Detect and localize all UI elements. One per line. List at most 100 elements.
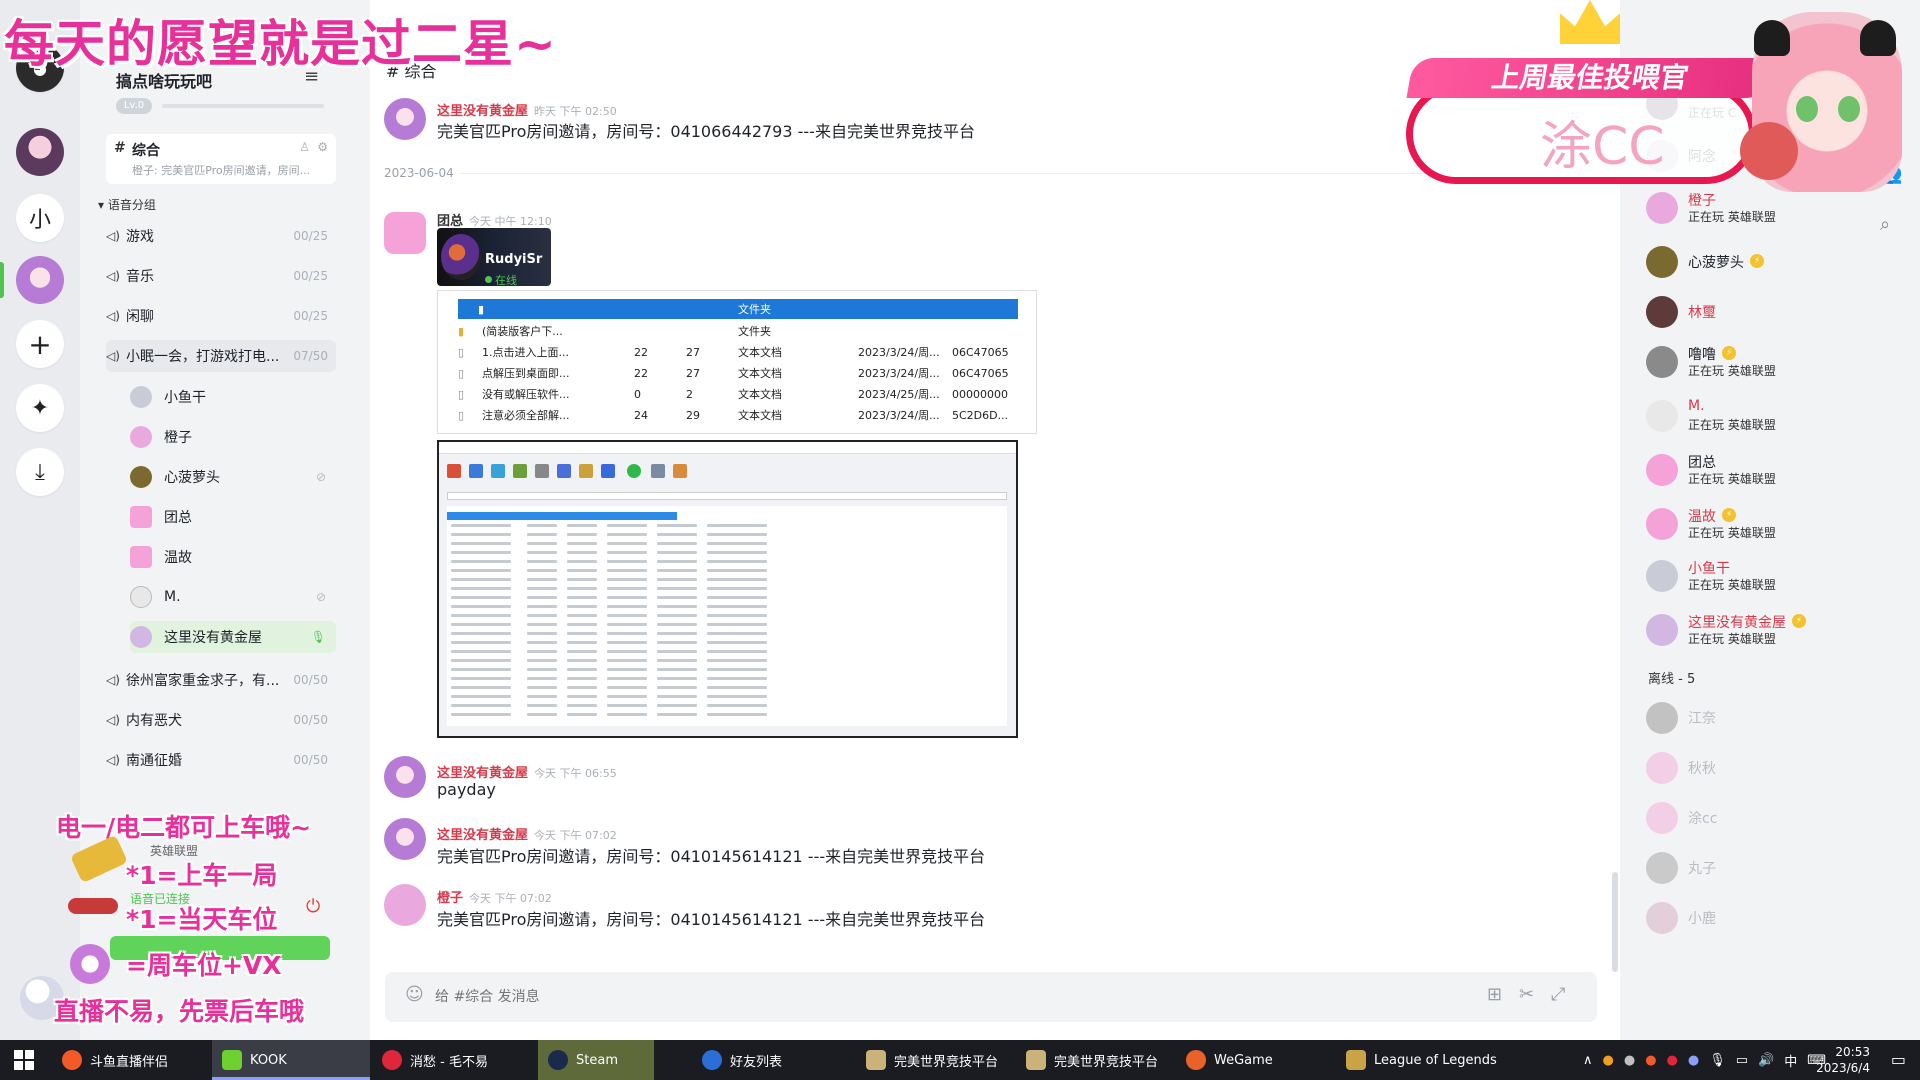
voice-channel[interactable]: ◁) 闲聊 00/25 (106, 300, 336, 332)
notification-icon[interactable]: ▭ (1891, 1050, 1906, 1069)
tray-app-icon[interactable]: ● (1688, 1053, 1699, 1068)
tray-app-icon[interactable]: ● (1645, 1053, 1656, 1068)
voice-user-self[interactable]: 这里没有黄金屋 🎙 (130, 621, 336, 653)
voice-channel[interactable]: ◁) 音乐 00/25 (106, 260, 336, 292)
download-icon[interactable]: ⤓ (16, 448, 64, 496)
server-small[interactable]: 小 (16, 194, 64, 242)
avatar[interactable] (384, 884, 426, 926)
voice-channel[interactable]: ◁) 内有恶犬 00/50 (106, 704, 336, 736)
volume-icon[interactable]: 🔊 (1758, 1053, 1774, 1068)
voice-user[interactable]: 团总 (130, 501, 336, 533)
server-avatar-1[interactable] (16, 128, 64, 176)
member-item[interactable]: 团总 正在玩 英雄联盟 (1646, 450, 1886, 490)
message-author[interactable]: 这里没有黄金屋 今天 下午 07:02 (437, 824, 617, 843)
archive-row-line (527, 704, 557, 707)
member-item[interactable]: 这里没有黄金屋 ⚡ 正在玩 英雄联盟 (1646, 610, 1886, 650)
cell-type: 文本文档 (738, 346, 782, 359)
file-list-screenshot[interactable]: ▮ 文件夹 ▮ (简装版客户下... 文件夹 ▯ 1.点击进入上面... 22 27 文本文档… (437, 290, 1037, 434)
voice-channel[interactable]: ◁) 南通征婚 00/50 (106, 744, 336, 776)
voice-user[interactable]: M. ⊘ (130, 581, 336, 613)
voice-channel-name: 南通征婚 (126, 753, 182, 769)
message-input[interactable] (435, 985, 1335, 1009)
taskbar-label: 消愁 - 毛不易 (410, 1054, 488, 1070)
profile-card-image[interactable]: RudyiSr 在线 (437, 228, 551, 287)
tray-app-icon[interactable]: ● (1667, 1053, 1678, 1068)
archive-row-line (451, 704, 511, 707)
member-item[interactable]: 橙子 正在玩 英雄联盟 (1646, 188, 1886, 228)
disconnect-icon[interactable]: ⏻ (306, 896, 320, 917)
taskbar-item-perfect-world[interactable]: 完美世界竞技平台 (856, 1040, 1016, 1080)
member-item[interactable]: 林璽 (1646, 292, 1886, 332)
tray-app-icon[interactable]: ● (1603, 1053, 1614, 1068)
member-item-offline[interactable]: 小鹿 (1646, 898, 1886, 938)
windows-start-icon[interactable] (14, 1050, 34, 1070)
archive-row-line (657, 686, 697, 689)
taskbar-item-wegame[interactable]: WeGame (1176, 1040, 1336, 1080)
tool-icon (601, 464, 615, 478)
voice-channel[interactable]: ◁) 游戏 00/25 (106, 220, 336, 252)
archive-row-line (567, 623, 597, 626)
taskbar-item-douyu[interactable]: 斗鱼直播伴侣 (52, 1040, 212, 1080)
avatar[interactable] (384, 756, 426, 798)
avatar[interactable] (384, 818, 426, 860)
member-item[interactable]: 噜噜 ⚡ 正在玩 英雄联盟 (1646, 342, 1886, 382)
member-item[interactable]: M. 正在玩 英雄联盟 (1646, 396, 1886, 436)
chevron-down-icon: ▾ (98, 198, 108, 212)
avatar[interactable] (384, 98, 426, 140)
avatar[interactable] (384, 212, 426, 254)
chat-scrollbar[interactable] (1612, 872, 1618, 972)
archive-row-line (527, 686, 557, 689)
ime-indicator[interactable]: 中 (1784, 1051, 1797, 1070)
network-icon[interactable]: ▭ (1736, 1053, 1748, 1068)
text-channel-general[interactable]: # 综合 ♙ ⚙ 橙子: 完美官匹Pro房间邀请，房间... (106, 134, 336, 184)
settings-icon[interactable]: ⚙ (317, 140, 328, 154)
message-author[interactable]: 这里没有黄金屋 今天 下午 06:55 (437, 762, 617, 781)
voice-user[interactable]: 温故 (130, 541, 336, 573)
expand-icon[interactable]: ⤢ (1551, 984, 1565, 1005)
message-author[interactable]: 这里没有黄金屋 昨天 下午 02:50 (437, 100, 617, 119)
message-author[interactable]: 团总 今天 中午 12:10 (437, 210, 552, 229)
tray-app-icon[interactable]: ● (1624, 1053, 1635, 1068)
selected-row (447, 512, 677, 520)
archive-row-line (657, 569, 697, 572)
taskbar-item-friends[interactable]: 好友列表 (692, 1040, 852, 1080)
discover-icon[interactable]: ✦ (16, 384, 64, 432)
taskbar-item-music[interactable]: 消愁 - 毛不易 (372, 1040, 536, 1080)
member-item[interactable]: 心菠萝头 ⚡ (1646, 242, 1886, 282)
member-item-offline[interactable]: 江奈 (1646, 698, 1886, 738)
voice-group-title[interactable]: ▾ 语音分组 (98, 196, 156, 213)
member-item[interactable]: 小鱼干 正在玩 英雄联盟 (1646, 556, 1886, 596)
message-author[interactable]: 橙子 今天 下午 07:02 (437, 887, 552, 906)
chevron-up-icon[interactable]: ∧ (1583, 1053, 1593, 1068)
member-item-offline[interactable]: 涂cc (1646, 798, 1886, 838)
emoji-icon[interactable]: ☺ (405, 984, 424, 1005)
steam-friends-icon (702, 1050, 722, 1070)
member-item-offline[interactable]: 丸子 (1646, 848, 1886, 888)
server-avatar-active[interactable] (16, 256, 64, 304)
microphone-icon[interactable]: 🎙 (1709, 1053, 1726, 1068)
member-name: 这里没有黄金屋 (1688, 615, 1786, 631)
voice-user[interactable]: 小鱼干 (130, 381, 336, 413)
add-server-icon[interactable]: + (16, 320, 64, 368)
taskbar-item-lol[interactable]: League of Legends (1336, 1040, 1516, 1080)
voice-channel[interactable]: ◁) 徐州富家重金求子，有... 00/50 (106, 664, 336, 696)
archive-row-line (451, 587, 511, 590)
taskbar-label: Steam (576, 1052, 618, 1068)
member-status: 正在玩 英雄联盟 (1688, 578, 1776, 592)
taskbar-item-perfect-world[interactable]: 完美世界竞技平台 (1016, 1040, 1176, 1080)
taskbar-item-kook[interactable]: KOOK (212, 1040, 370, 1080)
member-item[interactable]: 温故 ⚡ 正在玩 英雄联盟 (1646, 504, 1886, 544)
member-item-offline[interactable]: 秋秋 (1646, 748, 1886, 788)
add-member-icon[interactable]: ♙ (299, 140, 310, 154)
window-titlebar (439, 442, 1016, 454)
voice-user[interactable]: 心菠萝头 ⊘ (130, 461, 336, 493)
taskbar-item-steam[interactable]: Steam (538, 1040, 654, 1080)
add-attachment-icon[interactable]: ⊞ (1487, 984, 1502, 1005)
scissors-icon[interactable]: ✂ (1519, 984, 1534, 1005)
archive-window-screenshot[interactable] (437, 440, 1018, 738)
clock[interactable]: 20:53 2023/6/4 (1816, 1044, 1870, 1076)
file-icon: ▯ (458, 387, 465, 401)
voice-user[interactable]: 橙子 (130, 421, 336, 453)
voice-channel-active[interactable]: ◁) 小眠一会，打游戏打电... 07/50 (106, 340, 336, 372)
archive-row-line (707, 569, 767, 572)
